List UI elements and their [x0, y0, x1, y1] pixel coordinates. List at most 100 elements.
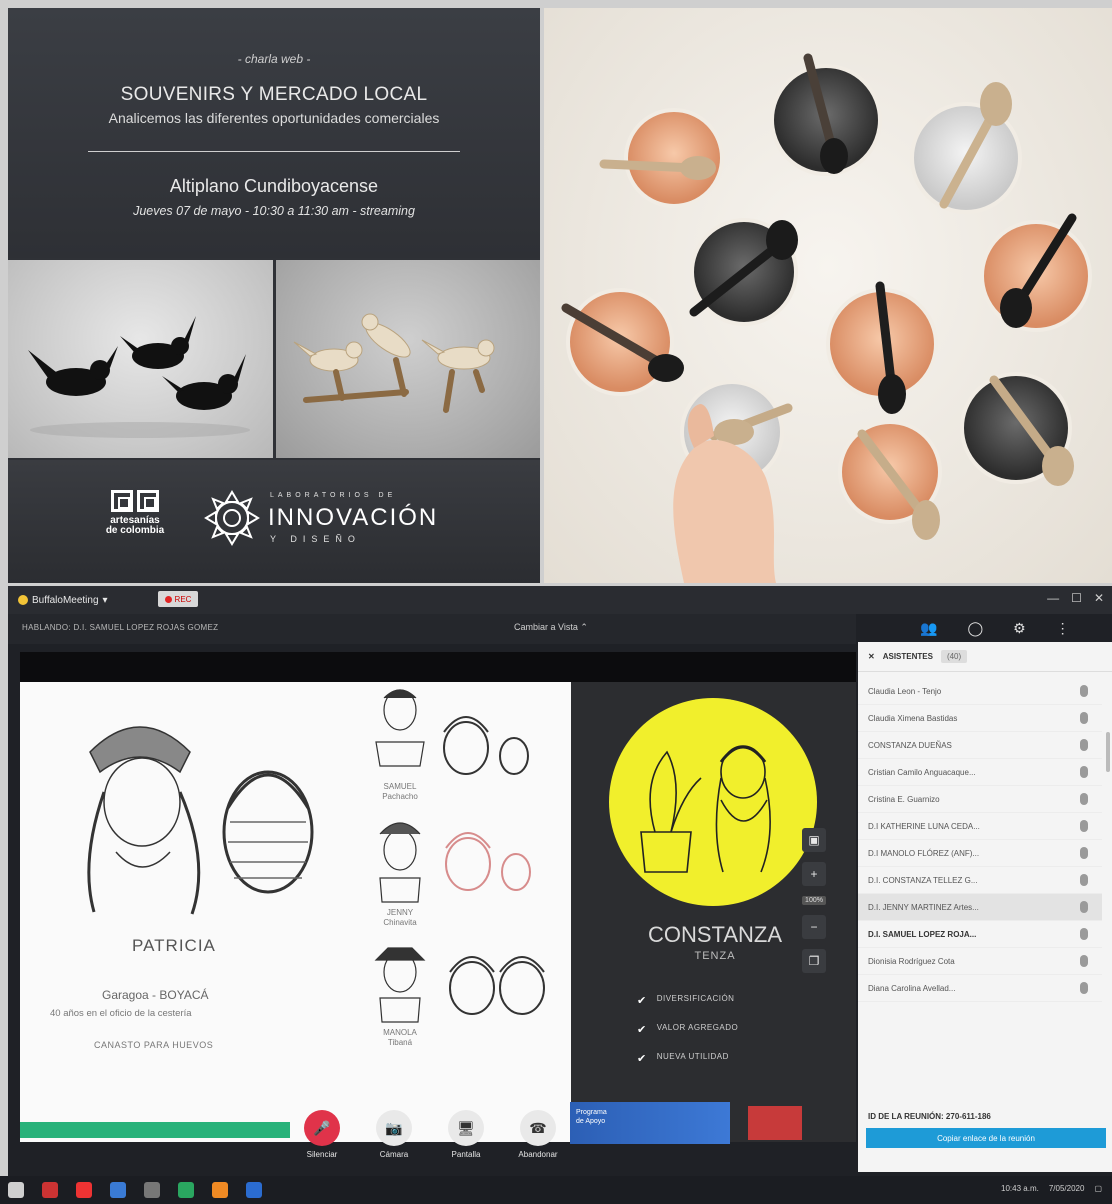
taskbar-icons: [8, 1182, 262, 1198]
change-view-button[interactable]: Cambiar a Vista ⌃: [514, 622, 588, 633]
app-logo-icon: [18, 595, 28, 605]
meeting-toolbar: 🎤 Silenciar 📷 Cámara 🖥 Pantalla ☎ Abando…: [298, 1110, 568, 1170]
share-top-strip: [20, 652, 856, 682]
mic-icon: [1080, 685, 1088, 697]
poster-header: - charla web - SOUVENIRS Y MERCADO LOCAL…: [8, 8, 540, 258]
artesanias-logo: artesanías de colombia: [100, 490, 170, 536]
lab-main-text: INNOVACIÓN: [268, 504, 439, 531]
poster-photos: [8, 260, 540, 458]
manola-caption: MANOLA Tibaná: [383, 1028, 417, 1047]
poster-kicker: - charla web -: [237, 52, 311, 66]
microphone-icon: 🎤: [304, 1110, 340, 1146]
leave-label: Abandonar: [518, 1150, 558, 1159]
benefit-item: ✔ VALOR AGREGADO: [637, 1023, 738, 1036]
rosette-icon: [204, 490, 260, 546]
top-right-icons: 👥 ◯ ⚙ ⋮: [920, 620, 1070, 637]
participant-name: D.I. CONSTANZA TELLEZ G...: [868, 875, 978, 885]
slide-artisans: PATRICIA Garagoa - BOYACÁ 40 años en el …: [20, 682, 571, 1142]
camera-icon[interactable]: ▣: [802, 828, 826, 852]
benefit-label: DIVERSIFICACIÓN: [656, 994, 735, 1003]
mic-icon: [1080, 847, 1088, 859]
poster-subtitle: Analicemos las diferentes oportunidades …: [108, 110, 440, 126]
explorer-icon[interactable]: [144, 1182, 160, 1198]
close-panel-icon[interactable]: ✕: [868, 652, 875, 661]
participant-row[interactable]: D.I. SAMUEL LOPEZ ROJA...: [858, 921, 1102, 948]
check-icon: ✔: [637, 1053, 647, 1065]
participant-row[interactable]: Cristian Camilo Anguacaque...: [858, 759, 1102, 786]
mic-icon: [1080, 874, 1088, 886]
title-bar: BuffaloMeeting ▾ REC — ☐ ✕: [8, 586, 1112, 614]
copy-link-button[interactable]: Copiar enlace de la reunión: [866, 1128, 1106, 1148]
lab-bottom-text: Y DISEÑO: [270, 534, 361, 544]
participant-row[interactable]: CONSTANZA DUEÑAS: [858, 732, 1102, 759]
speaker-label: HABLANDO: D.I. SAMUEL LOPEZ ROJAS GOMEZ: [22, 623, 219, 632]
recording-badge[interactable]: REC: [158, 591, 198, 607]
zoom-level: 100%: [802, 896, 826, 905]
rec-label: REC: [174, 594, 192, 604]
participants-icon[interactable]: 👥: [920, 620, 937, 637]
app-name-label: BuffaloMeeting: [32, 594, 99, 606]
window-controls: — ☐ ✕: [1047, 591, 1104, 605]
app-orange-icon[interactable]: [212, 1182, 228, 1198]
edge-icon[interactable]: [110, 1182, 126, 1198]
app-name[interactable]: BuffaloMeeting ▾: [18, 592, 108, 608]
mic-icon: [1080, 955, 1088, 967]
poster-date: Jueves 07 de mayo - 10:30 a 11:30 am - s…: [133, 204, 415, 218]
mic-icon: [1080, 901, 1088, 913]
artesanias-brand-text: artesanías de colombia: [105, 515, 165, 536]
close-icon[interactable]: ✕: [1094, 591, 1104, 605]
zoom-in-icon[interactable]: +: [802, 862, 826, 886]
sponsor-banner: Programa de Apoyo: [570, 1102, 730, 1144]
share-label: Pantalla: [451, 1150, 481, 1159]
mic-icon: [1080, 982, 1088, 994]
red-banner: [748, 1106, 802, 1140]
start-icon[interactable]: [8, 1182, 24, 1198]
participant-row[interactable]: D.I MANOLO FLÓREZ (ANF)...: [858, 840, 1102, 867]
participant-row[interactable]: Diana Carolina Avellad...: [858, 975, 1102, 1002]
leave-button[interactable]: ☎ Abandonar: [514, 1110, 562, 1170]
participant-row[interactable]: D.I. JENNY MARTINEZ Artes...: [858, 894, 1102, 921]
taskbar-date: 7/05/2020: [1048, 1184, 1085, 1193]
mute-button[interactable]: 🎤 Silenciar: [298, 1110, 346, 1170]
participant-name: D.I KATHERINE LUNA CEDA...: [868, 821, 980, 831]
participant-name: Dionisia Rodríguez Cota: [868, 956, 955, 966]
poster-divider: [88, 151, 460, 152]
patricia-name: PATRICIA: [132, 936, 216, 955]
chat-icon[interactable]: ◯: [967, 620, 983, 637]
participant-name: D.I MANOLO FLÓREZ (ANF)...: [868, 848, 980, 858]
lab-top-text: LABORATORIOS DE: [270, 492, 397, 499]
participant-name: Cristina E. Guarnizo: [868, 794, 940, 804]
mic-icon: [1080, 820, 1088, 832]
annotation-toolbar: ▣ + 100% − ❐: [801, 828, 827, 1008]
participant-row[interactable]: Claudia Leon - Tenjo: [858, 678, 1102, 705]
app-green-icon[interactable]: [178, 1182, 194, 1198]
minimize-icon[interactable]: —: [1047, 591, 1059, 605]
settings-icon[interactable]: ⚙: [1013, 620, 1026, 637]
panel-scrollbar[interactable]: [1106, 732, 1110, 772]
app-red-icon[interactable]: [42, 1182, 58, 1198]
opera-icon[interactable]: [76, 1182, 92, 1198]
copy-icon[interactable]: ❐: [802, 949, 826, 973]
app-blue-icon[interactable]: [246, 1182, 262, 1198]
participant-row[interactable]: D.I. CONSTANZA TELLEZ G...: [858, 867, 1102, 894]
mic-icon: [1080, 766, 1088, 778]
benefit-label: VALOR AGREGADO: [656, 1023, 739, 1032]
participant-row[interactable]: Claudia Ximena Bastidas: [858, 705, 1102, 732]
shared-screen: PATRICIA Garagoa - BOYACÁ 40 años en el …: [20, 652, 856, 1142]
video-camera-icon: 📷: [376, 1110, 412, 1146]
participant-name: D.I. JENNY MARTINEZ Artes...: [868, 902, 979, 912]
taskbar: 10:43 a.m. 7/05/2020 ▢: [0, 1176, 1112, 1204]
more-icon[interactable]: ⋮: [1056, 620, 1070, 637]
zoom-out-icon[interactable]: −: [802, 915, 826, 939]
participant-row[interactable]: Cristina E. Guarnizo: [858, 786, 1102, 813]
participant-row[interactable]: D.I KATHERINE LUNA CEDA...: [858, 813, 1102, 840]
participant-row[interactable]: Dionisia Rodríguez Cota: [858, 948, 1102, 975]
maximize-icon[interactable]: ☐: [1071, 591, 1082, 605]
screen-icon: 🖥: [448, 1110, 484, 1146]
camera-button[interactable]: 📷 Cámara: [370, 1110, 418, 1170]
participant-name: Claudia Leon - Tenjo: [868, 686, 942, 696]
bowls-illustration: [561, 53, 1092, 583]
share-screen-button[interactable]: 🖥 Pantalla: [442, 1110, 490, 1170]
notification-icon[interactable]: ▢: [1094, 1184, 1102, 1193]
poster-title: SOUVENIRS Y MERCADO LOCAL: [120, 84, 428, 105]
